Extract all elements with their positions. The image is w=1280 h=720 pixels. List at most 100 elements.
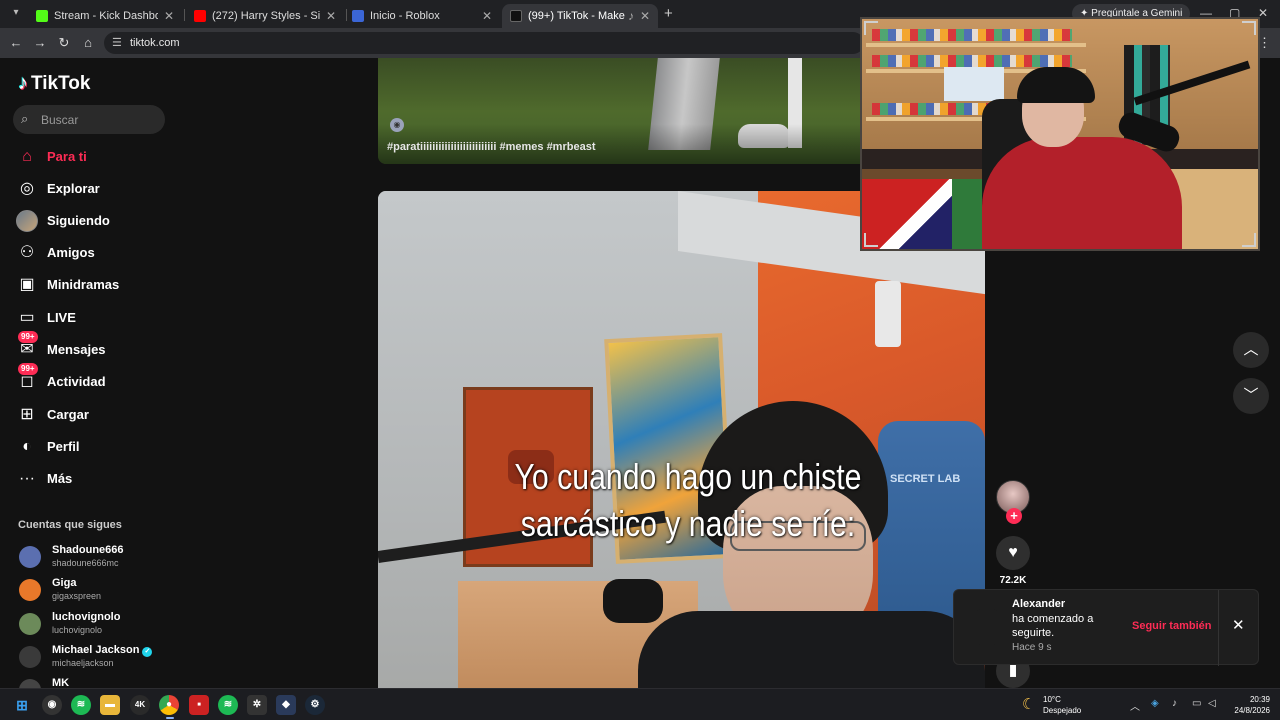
- close-tab-icon[interactable]: ✕: [482, 9, 492, 23]
- profile-icon: ◐: [22, 438, 32, 455]
- account-item[interactable]: Michael Jackson ✓ michaeljackson: [0, 643, 172, 673]
- new-tab-icon[interactable]: +: [664, 5, 673, 22]
- like-count: 72.2K: [999, 575, 1027, 586]
- search-input[interactable]: [41, 111, 159, 128]
- webcam-frame: [944, 67, 1004, 101]
- like-button[interactable]: ♥: [996, 536, 1030, 570]
- follow-back-button[interactable]: Seguir también: [1132, 620, 1211, 632]
- nav-perfil[interactable]: ◐ Perfil: [0, 432, 172, 462]
- tab-search-icon[interactable]: ▾: [8, 5, 24, 21]
- follow-plus-icon[interactable]: +: [1006, 508, 1022, 524]
- windows-taskbar: ⊞ ◉ ≋ ▬ 4K ● ■ ≋ ✲ ◆ ⚙ ☾ 10°C Despejado …: [0, 688, 1280, 720]
- tiktok-logo[interactable]: ♪ TikTok: [18, 72, 90, 95]
- screen: ▾ Stream - Kick Dashboard ✕ (272) Harry …: [0, 0, 1280, 720]
- chrome-icon[interactable]: ●: [159, 695, 179, 715]
- search-box[interactable]: ⌕: [13, 105, 165, 134]
- audio-playing-icon[interactable]: ♪: [628, 9, 634, 23]
- nav-cargar[interactable]: ⊞ Cargar: [0, 400, 172, 430]
- video-caption-overlay: Yo cuando hago un chiste sarcástico y na…: [461, 453, 915, 547]
- volume-icon[interactable]: ◁: [1208, 698, 1216, 709]
- tray-expand-icon[interactable]: ︿: [1130, 698, 1140, 713]
- close-tab-icon[interactable]: ✕: [164, 9, 174, 23]
- display-icon[interactable]: ▭: [1192, 698, 1201, 709]
- messages-badge: 99+: [18, 331, 38, 343]
- nav-explorar[interactable]: ◎ Explorar: [0, 174, 172, 204]
- music-disc-icon[interactable]: ◉: [390, 118, 404, 132]
- windows-start-icon[interactable]: ⊞: [12, 695, 32, 715]
- app-icon[interactable]: ◉: [42, 695, 62, 715]
- file-explorer-icon[interactable]: ▬: [100, 695, 120, 715]
- account-item[interactable]: Giga gigaxspreen: [0, 576, 172, 606]
- back-icon[interactable]: ←: [8, 35, 24, 50]
- youtube-favicon-icon: [194, 10, 206, 22]
- video-frame: [603, 579, 663, 623]
- site-info-icon[interactable]: ☰: [112, 36, 122, 49]
- forward-icon[interactable]: →: [32, 35, 48, 50]
- tab-youtube[interactable]: (272) Harry Styles - Sign of the ✕: [186, 4, 344, 28]
- activity-badge: 99+: [18, 363, 38, 375]
- kick-favicon-icon: [36, 10, 48, 22]
- url-text: tiktok.com: [130, 37, 180, 49]
- reload-icon[interactable]: ↻: [56, 35, 72, 51]
- video-hashtags[interactable]: #paratiiiiiiiiiiiiiiiiiiiiiiiii #memes #…: [387, 141, 595, 153]
- home-icon: ⌂: [22, 148, 32, 165]
- nav-label: Más: [47, 471, 73, 486]
- friends-icon: ⚇: [19, 244, 35, 261]
- video-frame: [875, 281, 901, 347]
- recording-app-icon[interactable]: ■: [189, 695, 209, 715]
- next-video-button[interactable]: ﹀: [1233, 378, 1269, 414]
- nav-para-ti[interactable]: ⌂ Para ti: [0, 142, 172, 172]
- close-tab-icon[interactable]: ✕: [326, 9, 336, 23]
- account-handle: luchovignolo: [52, 625, 103, 635]
- nav-actividad[interactable]: ◻ 99+ Actividad: [0, 363, 172, 397]
- account-item[interactable]: MK: [0, 676, 172, 688]
- clock-time: 20:39: [1249, 695, 1270, 704]
- spotify-icon[interactable]: ≋: [71, 695, 91, 715]
- webcam-overlay: [860, 17, 1260, 251]
- video-frame: [638, 611, 985, 688]
- brand-name: TikTok: [31, 72, 91, 94]
- close-tab-icon[interactable]: ✕: [640, 9, 650, 23]
- notification-message: ha comenzado a seguirte.: [1012, 613, 1094, 639]
- spotify-icon[interactable]: ≋: [218, 695, 238, 715]
- current-video[interactable]: SECRET LAB Yo cuando hago un chiste sarc…: [378, 191, 985, 688]
- frame-corner: [864, 21, 878, 35]
- nav-label: Explorar: [47, 181, 100, 196]
- tab-tiktok[interactable]: (99+) TikTok - Make Your Da ♪ ✕: [502, 4, 658, 28]
- previous-video-button[interactable]: ︿: [1233, 332, 1269, 368]
- clock[interactable]: 20:39 24/8/2026: [1222, 694, 1270, 716]
- nav-siguiendo[interactable]: Siguiendo: [0, 206, 172, 236]
- tray-app-icon[interactable]: ◈: [1151, 698, 1159, 709]
- weather-widget[interactable]: 10°C Despejado: [1043, 694, 1081, 716]
- nav-label: Minidramas: [47, 277, 120, 292]
- app-icon[interactable]: ✲: [247, 695, 267, 715]
- avatar[interactable]: [968, 608, 1006, 646]
- steam-icon[interactable]: ⚙: [305, 695, 325, 715]
- nav-amigos[interactable]: ⚇ Amigos: [0, 238, 172, 268]
- account-item[interactable]: luchovignolo luchovignolo: [0, 610, 172, 640]
- tab-title: Inicio - Roblox: [370, 10, 440, 22]
- following-avatar-icon: [16, 210, 38, 232]
- moon-icon[interactable]: ☾: [1022, 695, 1035, 713]
- nav-live[interactable]: ▭ LIVE: [0, 303, 172, 333]
- 4k-app-icon[interactable]: 4K: [130, 695, 150, 715]
- close-icon[interactable]: ✕: [1232, 616, 1245, 634]
- app-icon[interactable]: ◆: [276, 695, 296, 715]
- tab-divider: [184, 9, 185, 21]
- nav-mas[interactable]: ··· Más: [0, 464, 172, 494]
- active-app-indicator: [166, 717, 174, 719]
- account-item[interactable]: Shadoune666 shadoune666mc: [0, 543, 172, 573]
- tab-kick-dashboard[interactable]: Stream - Kick Dashboard ✕: [28, 4, 182, 28]
- microphone-icon[interactable]: ♪: [1172, 698, 1177, 709]
- nav-mensajes[interactable]: ✉ 99+ Mensajes: [0, 331, 172, 365]
- nav-label: Amigos: [47, 245, 95, 260]
- frame-corner: [864, 233, 878, 247]
- verified-icon: ✓: [142, 647, 153, 657]
- nav-minidramas[interactable]: ▣ Minidramas: [0, 270, 172, 300]
- tab-roblox[interactable]: Inicio - Roblox ✕: [344, 4, 500, 28]
- home-button-icon[interactable]: ⌂: [80, 35, 96, 50]
- tab-title: Stream - Kick Dashboard: [54, 10, 158, 22]
- avatar: [19, 646, 41, 668]
- live-tv-icon: ▭: [19, 309, 35, 326]
- address-bar[interactable]: ☰ tiktok.com: [104, 32, 864, 54]
